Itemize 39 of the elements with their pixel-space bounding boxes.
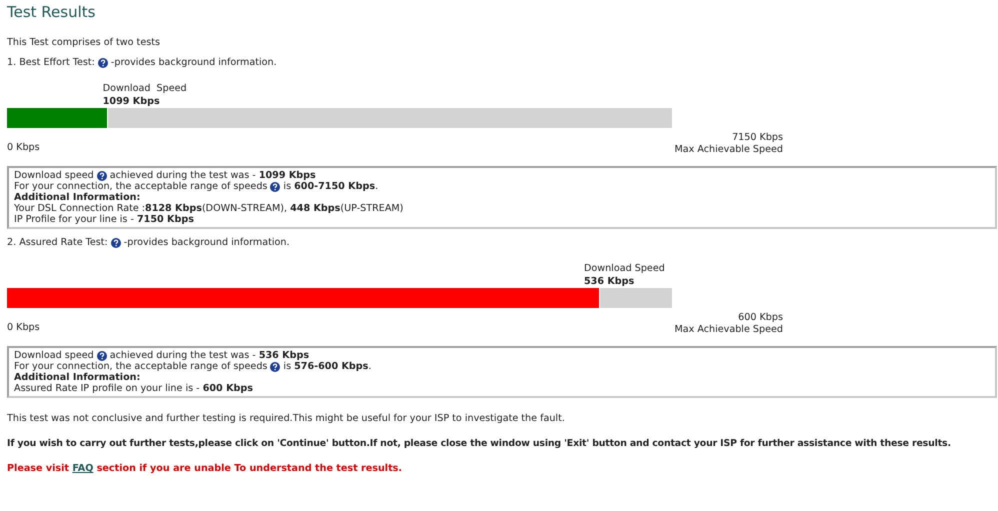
- info-text: Assured Rate IP profile on your line is - 600 Kbps: [14, 383, 253, 394]
- help-icon[interactable]: [96, 350, 107, 360]
- test-heading: 2. Assured Rate Test:: [7, 237, 108, 248]
- info-text: Download speed: [14, 350, 94, 361]
- speed-label: Download Speed: [584, 262, 665, 275]
- speed-value: 1099 Kbps: [102, 95, 161, 108]
- info-heading: Additional Information:: [14, 192, 140, 203]
- info-text: For your connection, the acceptable range of speeds: [14, 361, 268, 372]
- max-speed-label: Max Achievable Speed: [674, 144, 783, 156]
- info-text: achieved during the test was - 536 Kbps: [110, 350, 310, 361]
- help-icon[interactable]: [270, 182, 280, 192]
- info-text: is 576-600 Kbps.: [283, 361, 372, 372]
- help-note: -provides background information.: [110, 57, 277, 68]
- max-speed: 7150 Kbps: [732, 132, 783, 144]
- info-text: Download speed: [14, 170, 94, 181]
- faq-note: Please visit FAQ section if you are unable To understand the test results.: [7, 462, 404, 475]
- min-speed: 0 Kbps: [7, 142, 40, 155]
- speed-value: 536 Kbps: [584, 275, 636, 288]
- max-speed: 600 Kbps: [738, 312, 783, 324]
- info-text: Your DSL Connection Rate :8128 Kbps(DOWN-STREAM), 448 Kbps(UP-STREAM): [14, 203, 404, 214]
- help-icon[interactable]: [270, 362, 280, 372]
- test-heading: 1. Best Effort Test:: [7, 57, 95, 68]
- help-note: -provides background information.: [124, 237, 290, 248]
- info-text: achieved during the test was - 1099 Kbps: [110, 170, 316, 181]
- faq-link[interactable]: FAQ: [72, 463, 94, 474]
- help-icon[interactable]: [98, 58, 108, 68]
- info-heading: Additional Information:: [14, 372, 140, 383]
- info-text: is 600-7150 Kbps.: [283, 181, 378, 192]
- page-title: Test Results: [7, 2, 96, 23]
- speed-label: Download Speed: [102, 82, 187, 95]
- conclusion-text: This test was not conclusive and further testing is required.This might be useful for your ISP to investigate the fault.: [7, 412, 566, 425]
- instruction-text: If you wish to carry out further tests,please click on 'Continue' button.If not, please close the window using 'Exit' button and contact your ISP for further assistance with these results.: [7, 437, 952, 450]
- info-text: IP Profile for your line is - 7150 Kbps: [14, 214, 194, 225]
- help-icon[interactable]: [96, 170, 107, 180]
- min-speed: 0 Kbps: [7, 322, 40, 335]
- intro-text: This Test comprises of two tests: [7, 36, 161, 49]
- help-icon[interactable]: [110, 238, 121, 248]
- max-speed-label: Max Achievable Speed: [674, 324, 783, 336]
- info-text: For your connection, the acceptable range of speeds: [14, 181, 268, 192]
